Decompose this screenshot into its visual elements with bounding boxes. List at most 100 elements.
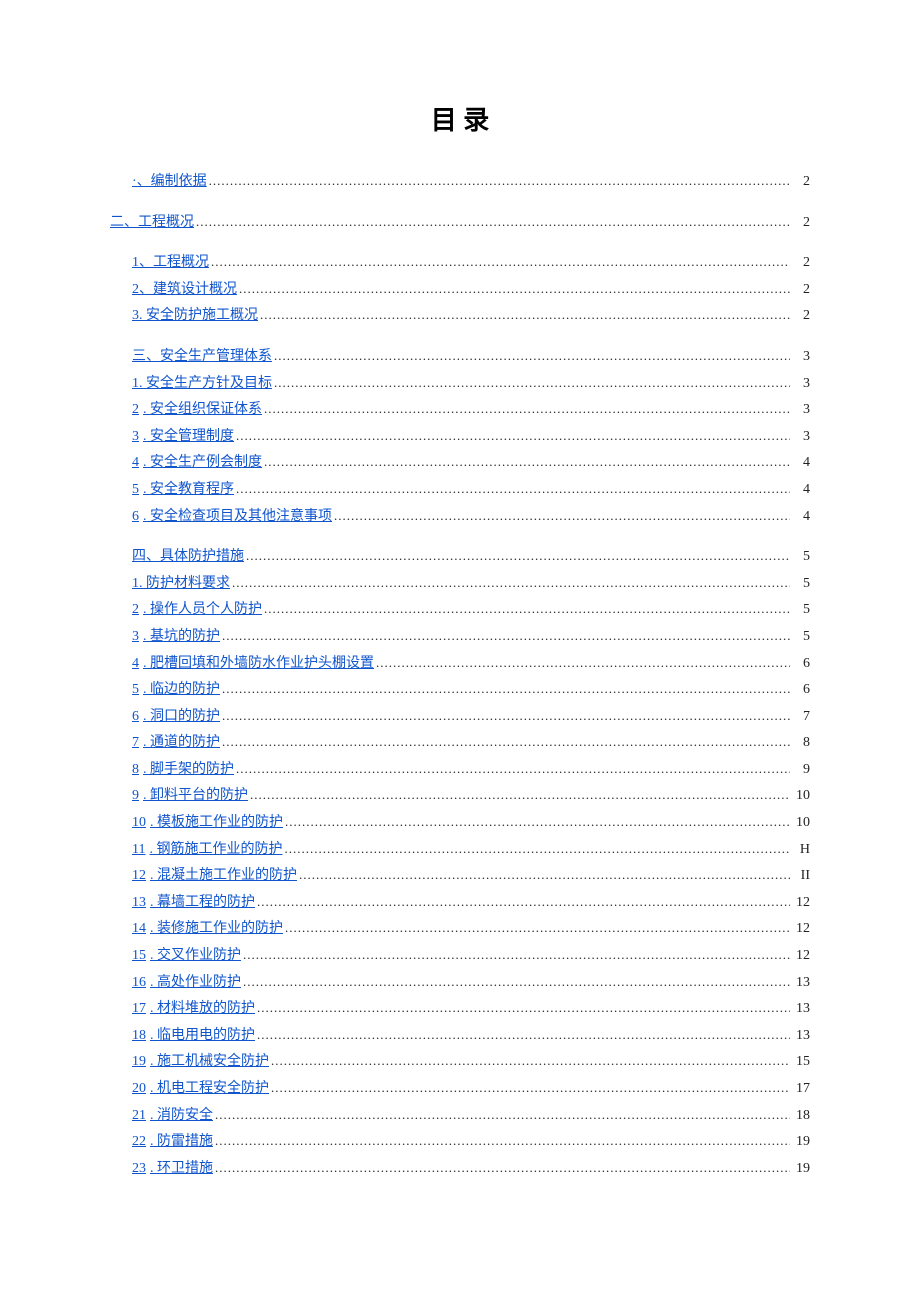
toc-item-label: 3. 安全防护施工概况 [132,308,258,323]
toc-link[interactable]: 10. 模板施工作业的防护 [132,810,283,837]
toc-item-label: . 安全组织保证体系 [143,402,262,417]
toc-page-number: 19 [790,1129,810,1156]
toc-item-label: . 交叉作业防护 [150,948,241,963]
toc-item-label: 四、具体防护措施 [132,549,244,564]
toc-page-number: 9 [790,757,810,784]
toc-leader-dots [283,810,790,835]
toc-link[interactable]: 15. 交叉作业防护 [132,943,241,970]
toc-item-number: 13 [132,895,150,910]
toc-link[interactable]: 4. 肥槽回填和外墙防水作业护头棚设置 [132,651,374,678]
toc-item-number: 17 [132,1001,150,1016]
toc-link[interactable]: 13. 幕墙工程的防护 [132,890,255,917]
toc-page-number: 3 [790,344,810,371]
toc-item-label: . 洞口的防护 [143,709,220,724]
toc-link[interactable]: 6. 洞口的防护 [132,704,220,731]
toc-item-number: 18 [132,1028,150,1043]
toc-row: 11. 钢筋施工作业的防护H [110,837,810,864]
toc-link[interactable]: 7. 通道的防护 [132,730,220,757]
toc-item-number: 8 [132,762,143,777]
toc-item-number: 7 [132,735,143,750]
toc-item-number: 15 [132,948,150,963]
toc-item-number: 5 [132,682,143,697]
toc-item-label: . 操作人员个人防护 [143,602,262,617]
toc-leader-dots [220,677,790,702]
toc-block: 1、工程概况 2 2、建筑设计概况 2 3. 安全防护施工概况 2 [110,250,810,330]
toc-row: 2. 操作人员个人防护5 [110,597,810,624]
toc-row: 17. 材料堆放的防护13 [110,996,810,1023]
toc-item-number: 11 [132,842,149,857]
toc-link[interactable]: 四、具体防护措施 [132,544,244,571]
toc-item-number: 2 [132,402,143,417]
toc-link[interactable]: 17. 材料堆放的防护 [132,996,255,1023]
toc-link[interactable]: 4. 安全生产例会制度 [132,450,262,477]
toc-link[interactable]: 1、工程概况 [132,250,209,277]
toc-link[interactable]: 8. 脚手架的防护 [132,757,234,784]
toc-link[interactable]: 19. 施工机械安全防护 [132,1049,269,1076]
toc-link[interactable]: 1. 防护材料要求 [132,571,230,598]
toc-leader-dots [272,344,790,369]
toc-page-number: 3 [790,371,810,398]
toc-row: 13. 幕墙工程的防护 12 [110,890,810,917]
toc-link[interactable]: 14. 装修施工作业的防护 [132,916,283,943]
toc-leader-dots [234,477,790,502]
toc-item-number: 20 [132,1081,150,1096]
toc-item-label: . 通道的防护 [143,735,220,750]
toc-leader-dots [220,704,790,729]
toc-link[interactable]: 20. 机电工程安全防护 [132,1076,269,1103]
toc-item-label: 1、工程概况 [132,255,209,270]
toc-page-number: 2 [790,277,810,304]
toc-row: 5. 临边的防护6 [110,677,810,704]
toc-link[interactable]: 2、建筑设计概况 [132,277,237,304]
toc-link[interactable]: 3. 安全管理制度 [132,424,234,451]
toc-row: 21. 消防安全 18 [110,1103,810,1130]
toc-link[interactable]: 16. 高处作业防护 [132,970,241,997]
toc-row: 6. 安全检查项目及其他注意事项4 [110,504,810,531]
toc-link[interactable]: 3. 安全防护施工概况 [132,303,258,330]
toc-item-label: . 临电用电的防护 [150,1028,255,1043]
toc-page-number: 12 [790,890,810,917]
toc-page-number: 5 [790,624,810,651]
toc-page-number: 13 [790,970,810,997]
toc-leader-dots [234,424,790,449]
toc-link[interactable]: 1. 安全生产方针及目标 [132,371,272,398]
toc-row: 19. 施工机械安全防护15 [110,1049,810,1076]
toc-link[interactable]: 21. 消防安全 [132,1103,213,1130]
toc-link[interactable]: 2. 安全组织保证体系 [132,397,262,424]
table-of-contents: ·、编制依据 2 二、工程概况 2 1、工程概况 2 2、建筑设计概况 2 3. 安全防护施工概… [110,169,810,1182]
toc-row: 14. 装修施工作业的防护12 [110,916,810,943]
toc-page-number: 2 [790,250,810,277]
toc-leader-dots [237,277,790,302]
toc-item-label: . 材料堆放的防护 [150,1001,255,1016]
toc-link[interactable]: 18. 临电用电的防护 [132,1023,255,1050]
toc-item-number: 22 [132,1134,150,1149]
toc-link[interactable]: 二、工程概况 [110,210,194,237]
toc-item-label: . 混凝土施工作业的防护 [150,868,297,883]
toc-row: 6. 洞口的防护7 [110,704,810,731]
toc-row: 1、工程概况 2 [110,250,810,277]
toc-link[interactable]: 2. 操作人员个人防护 [132,597,262,624]
toc-leader-dots [297,863,790,888]
toc-link[interactable]: 3. 基坑的防护 [132,624,220,651]
toc-link[interactable]: ·、编制依据 [132,169,207,196]
toc-item-label: . 安全教育程序 [143,482,234,497]
toc-link[interactable]: 三、安全生产管理体系 [132,344,272,371]
toc-link[interactable]: 6. 安全检查项目及其他注意事项 [132,504,332,531]
toc-link[interactable]: 23. 环卫措施 [132,1156,213,1183]
toc-item-number: 12 [132,868,150,883]
toc-link[interactable]: 5. 临边的防护 [132,677,220,704]
toc-item-label: 2、建筑设计概况 [132,282,237,297]
toc-item-number: 19 [132,1054,150,1069]
toc-item-number: 2 [132,602,143,617]
toc-row: 2. 安全组织保证体系3 [110,397,810,424]
toc-page-number: 18 [790,1103,810,1130]
toc-link[interactable]: 11. 钢筋施工作业的防护 [132,837,282,864]
toc-link[interactable]: 22. 防雷措施 [132,1129,213,1156]
toc-item-label: . 装修施工作业的防护 [150,921,283,936]
toc-leader-dots [241,943,790,968]
toc-leader-dots [194,210,790,235]
toc-leader-dots [213,1129,790,1154]
toc-link[interactable]: 12. 混凝土施工作业的防护 [132,863,297,890]
toc-link[interactable]: 9. 卸料平台的防护 [132,783,248,810]
toc-link[interactable]: 5. 安全教育程序 [132,477,234,504]
toc-row: 1. 安全生产方针及目标 3 [110,371,810,398]
